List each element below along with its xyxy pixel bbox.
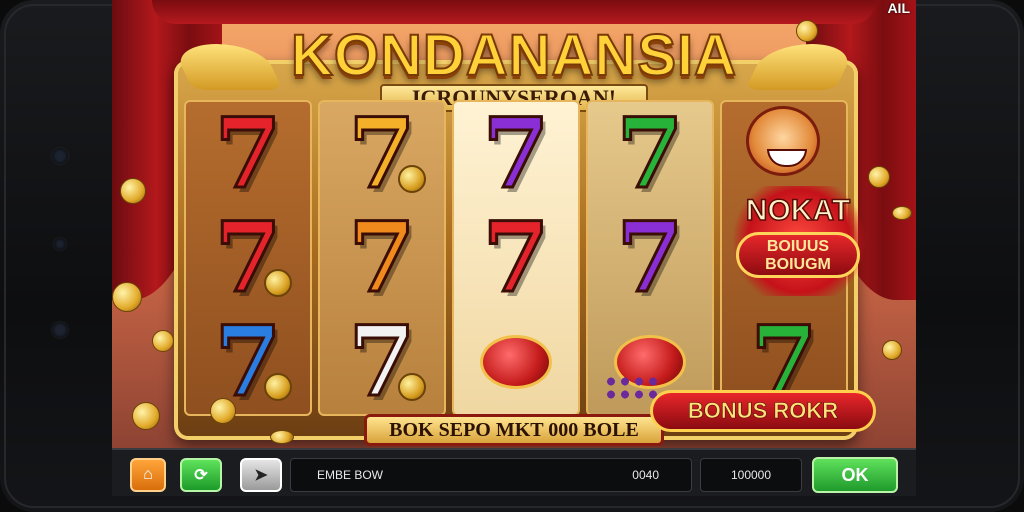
refresh-icon: ⟳ bbox=[194, 467, 208, 484]
speaker-dot bbox=[52, 322, 68, 338]
credit-field[interactable]: 100000 bbox=[700, 458, 802, 492]
refresh-button[interactable]: ⟳ bbox=[180, 458, 222, 492]
coin-icon bbox=[264, 269, 292, 297]
coin-icon bbox=[264, 373, 292, 401]
bet-field[interactable]: EMBE BOW 0040 bbox=[290, 458, 692, 492]
seven-symbol-icon: 7 bbox=[213, 97, 283, 210]
coin-icon bbox=[398, 373, 426, 401]
camera-dot bbox=[52, 148, 68, 164]
coin-icon bbox=[152, 330, 174, 352]
curtain-valance bbox=[152, 0, 876, 24]
next-button[interactable]: ➤ bbox=[240, 458, 282, 492]
home-button[interactable]: ⌂ bbox=[130, 458, 166, 492]
coin-icon bbox=[868, 166, 890, 188]
seven-symbol-icon: 7 bbox=[347, 201, 417, 314]
coin-icon bbox=[120, 178, 146, 204]
clown-mascot-icon bbox=[746, 106, 820, 176]
coin-icon bbox=[270, 430, 294, 444]
game-screen: AIL KONDANANSIA ICROUNYSEROAN! 777777777… bbox=[112, 0, 916, 496]
coin-icon bbox=[796, 20, 818, 42]
grapes-icon bbox=[604, 375, 660, 401]
phone-frame: AIL KONDANANSIA ICROUNYSEROAN! 777777777… bbox=[0, 0, 1024, 512]
coin-icon bbox=[210, 398, 236, 424]
control-bar: ⌂ ⟳ ➤ EMBE BOW 0040 100000 OK bbox=[112, 448, 916, 496]
info-ticker: BOK SEPO MKT 000 BOLE bbox=[364, 414, 664, 446]
coin-icon bbox=[112, 282, 142, 312]
arrow-right-icon: ➤ bbox=[254, 467, 268, 484]
reel-1: 777 bbox=[184, 100, 312, 416]
reel-3: 77 bbox=[452, 100, 580, 416]
bonus-badge-pill: BOIUUS BOIUGM bbox=[736, 232, 860, 278]
ok-button[interactable]: OK bbox=[812, 457, 898, 493]
coin-icon bbox=[892, 206, 912, 220]
seven-symbol-icon: 7 bbox=[615, 97, 685, 210]
bell-symbol-icon bbox=[464, 315, 568, 409]
bet-field-label: EMBE BOW bbox=[317, 468, 384, 482]
seven-symbol-icon: 7 bbox=[196, 312, 300, 411]
coin-icon bbox=[882, 340, 902, 360]
seven-symbol-icon: 7 bbox=[481, 97, 551, 210]
sensor-dot bbox=[54, 238, 66, 250]
seven-symbol-icon: 7 bbox=[330, 312, 434, 411]
bonus-badge-line2: BOIUGM bbox=[765, 256, 831, 273]
seven-symbol-icon: 7 bbox=[330, 104, 434, 203]
credit-value: 100000 bbox=[730, 468, 772, 482]
bet-field-value: 0040 bbox=[632, 468, 659, 482]
reel-4: 77 bbox=[586, 100, 714, 416]
reel-2: 777 bbox=[318, 100, 446, 416]
seven-symbol-icon: 7 bbox=[615, 201, 685, 314]
status-signal: AIL bbox=[887, 0, 910, 16]
bonus-badge-top: NOKAT bbox=[745, 193, 851, 228]
coin-icon bbox=[132, 402, 160, 430]
bonus-button[interactable]: BONUS ROKR bbox=[650, 390, 876, 432]
seven-symbol-icon: 7 bbox=[481, 201, 551, 314]
seven-symbol-icon: 7 bbox=[196, 208, 300, 307]
bonus-badge: NOKAT BOIUUS BOIUGM bbox=[714, 186, 882, 296]
coin-icon bbox=[398, 165, 426, 193]
bonus-badge-line1: BOIUUS bbox=[766, 238, 830, 255]
home-icon: ⌂ bbox=[143, 466, 153, 483]
